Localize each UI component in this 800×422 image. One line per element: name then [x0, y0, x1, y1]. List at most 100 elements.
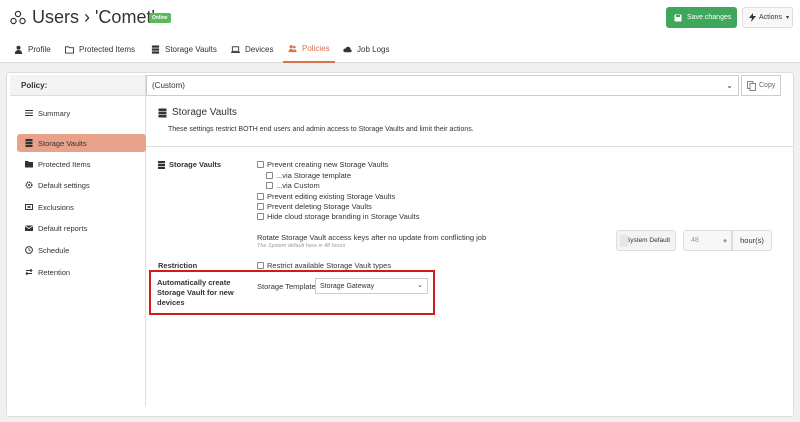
storage-vaults-row-label-text: Storage Vaults	[169, 160, 222, 169]
tab-storage-vaults[interactable]: Storage Vaults	[151, 36, 217, 63]
checkbox-label: Prevent deleting Storage Vaults	[267, 202, 372, 211]
system-default-toggle[interactable]: System Default	[616, 230, 676, 251]
toggle-knob	[620, 235, 628, 247]
checkbox-label: Hide cloud storage branding in Storage V…	[267, 212, 420, 221]
section-description: These settings restrict BOTH end users a…	[168, 126, 474, 133]
tab-policies[interactable]: Policies	[283, 36, 335, 63]
envelope-icon	[25, 225, 33, 231]
tab-job-logs[interactable]: Job Logs	[343, 36, 389, 63]
system-default-label: System Default	[625, 237, 670, 244]
copy-icon	[747, 80, 756, 91]
rotate-keys-label: Rotate Storage Vault access keys after n…	[257, 233, 487, 242]
database-icon	[25, 139, 33, 147]
sidebar-item-label: Protected Items	[38, 159, 91, 169]
laptop-icon	[231, 46, 240, 53]
tab-label: Job Logs	[357, 45, 390, 54]
tab-protected-items[interactable]: Protected Items	[65, 36, 135, 63]
retention-icon	[25, 268, 33, 276]
actions-button[interactable]: Actions ▾	[742, 7, 793, 28]
prevent-editing-checkbox[interactable]: Prevent editing existing Storage Vaults	[257, 192, 395, 201]
checkbox-box[interactable]	[257, 161, 264, 168]
prevent-creating-checkbox[interactable]: Prevent creating new Storage Vaults	[257, 160, 388, 169]
tab-devices[interactable]: Devices	[231, 36, 273, 63]
folder-icon	[65, 46, 74, 54]
tab-label: Policies	[302, 44, 330, 53]
tab-label: Profile	[28, 45, 51, 54]
sidebar-item-label: Default reports	[38, 223, 88, 233]
actions-label: Actions	[759, 14, 782, 21]
policy-label: Policy:	[10, 75, 146, 96]
tab-bar: Profile Protected Items Storage Vaults D…	[0, 36, 800, 63]
checkbox-box[interactable]	[257, 213, 264, 220]
checkbox-box[interactable]	[257, 262, 264, 269]
sidebar-item-label: Retention	[38, 267, 71, 277]
save-icon	[674, 14, 682, 21]
sidebar-item-label: Default settings	[38, 180, 90, 190]
storage-template-select[interactable]: Storage Gateway ⌄	[315, 278, 428, 294]
tab-profile[interactable]: Profile	[14, 36, 51, 63]
prevent-deleting-checkbox[interactable]: Prevent deleting Storage Vaults	[257, 202, 372, 211]
section-divider	[146, 146, 794, 147]
storage-vaults-row-label: Storage Vaults	[158, 160, 221, 169]
section-title: Storage Vaults	[158, 107, 237, 118]
checkbox-label: Restrict available Storage Vault types	[267, 261, 392, 270]
save-changes-label: Save changes	[687, 14, 732, 21]
hours-input[interactable]: 48 ◆	[683, 230, 732, 251]
policy-sidebar: Summary Storage Vaults Protected Items D…	[10, 96, 146, 406]
database-icon	[151, 45, 160, 54]
copy-button[interactable]: Copy	[741, 75, 781, 96]
via-custom-checkbox[interactable]: ...via Custom	[266, 181, 320, 190]
exclusion-icon	[25, 204, 33, 210]
storage-template-label: Storage Template	[257, 282, 316, 291]
hours-unit: hour(s)	[732, 230, 772, 251]
checkbox-box[interactable]	[257, 203, 264, 210]
database-icon	[158, 160, 165, 169]
save-changes-button[interactable]: Save changes	[666, 7, 737, 28]
page-title: Users › 'Comet'	[32, 7, 155, 27]
database-icon	[158, 108, 167, 117]
checkbox-box[interactable]	[266, 172, 273, 179]
checkbox-label: ...via Custom	[276, 181, 320, 190]
restrict-types-checkbox[interactable]: Restrict available Storage Vault types	[257, 261, 391, 270]
checkbox-box[interactable]	[257, 193, 264, 200]
clock-icon	[25, 246, 33, 254]
policy-select-value: (Custom)	[152, 81, 185, 90]
hide-branding-checkbox[interactable]: Hide cloud storage branding in Storage V…	[257, 212, 419, 221]
sidebar-item-label: Summary	[38, 108, 71, 118]
sidebar-item-default-reports[interactable]: Default reports	[17, 219, 146, 237]
sidebar-item-default-settings[interactable]: Default settings	[17, 176, 146, 194]
sidebar-item-retention[interactable]: Retention	[17, 263, 146, 281]
via-storage-template-checkbox[interactable]: ...via Storage template	[266, 171, 351, 180]
cog-icon	[25, 181, 33, 189]
tab-label: Storage Vaults	[165, 45, 217, 54]
sidebar-item-exclusions[interactable]: Exclusions	[17, 198, 146, 216]
restriction-label: Restriction	[158, 261, 198, 270]
sidebar-item-label: Storage Vaults	[38, 138, 87, 148]
users-group-icon	[10, 10, 26, 25]
online-badge: Online	[149, 13, 171, 23]
copy-label: Copy	[759, 82, 776, 89]
checkbox-label: Prevent editing existing Storage Vaults	[267, 192, 396, 201]
auto-create-label: Automatically create Storage Vault for n…	[157, 278, 234, 307]
policy-select[interactable]: (Custom) ⌄	[146, 75, 739, 96]
sidebar-item-protected-items[interactable]: Protected Items	[17, 155, 146, 173]
checkbox-box[interactable]	[266, 182, 273, 189]
storage-template-value: Storage Gateway	[320, 282, 375, 290]
spinner-icon[interactable]: ◆	[723, 238, 727, 244]
chevron-down-icon: ⌄	[726, 81, 733, 90]
bolt-icon	[749, 13, 756, 22]
tab-label: Devices	[245, 45, 274, 54]
sidebar-item-storage-vaults[interactable]: Storage Vaults	[17, 134, 146, 152]
section-title-text: Storage Vaults	[172, 107, 237, 118]
checkbox-label: Prevent creating new Storage Vaults	[267, 160, 389, 169]
tab-label: Protected Items	[79, 45, 136, 54]
sidebar-item-label: Schedule	[38, 245, 70, 255]
rotate-keys-hint: The System default here is 48 hours	[257, 243, 346, 249]
sidebar-item-summary[interactable]: Summary	[17, 104, 146, 122]
cloud-icon	[343, 46, 352, 53]
chevron-down-icon: ⌄	[417, 282, 423, 289]
sidebar-item-schedule[interactable]: Schedule	[17, 241, 146, 259]
caret-down-icon: ▾	[785, 15, 789, 21]
checkbox-label: ...via Storage template	[276, 171, 352, 180]
page-header: Users › 'Comet' Online Save changes Acti…	[0, 0, 800, 36]
